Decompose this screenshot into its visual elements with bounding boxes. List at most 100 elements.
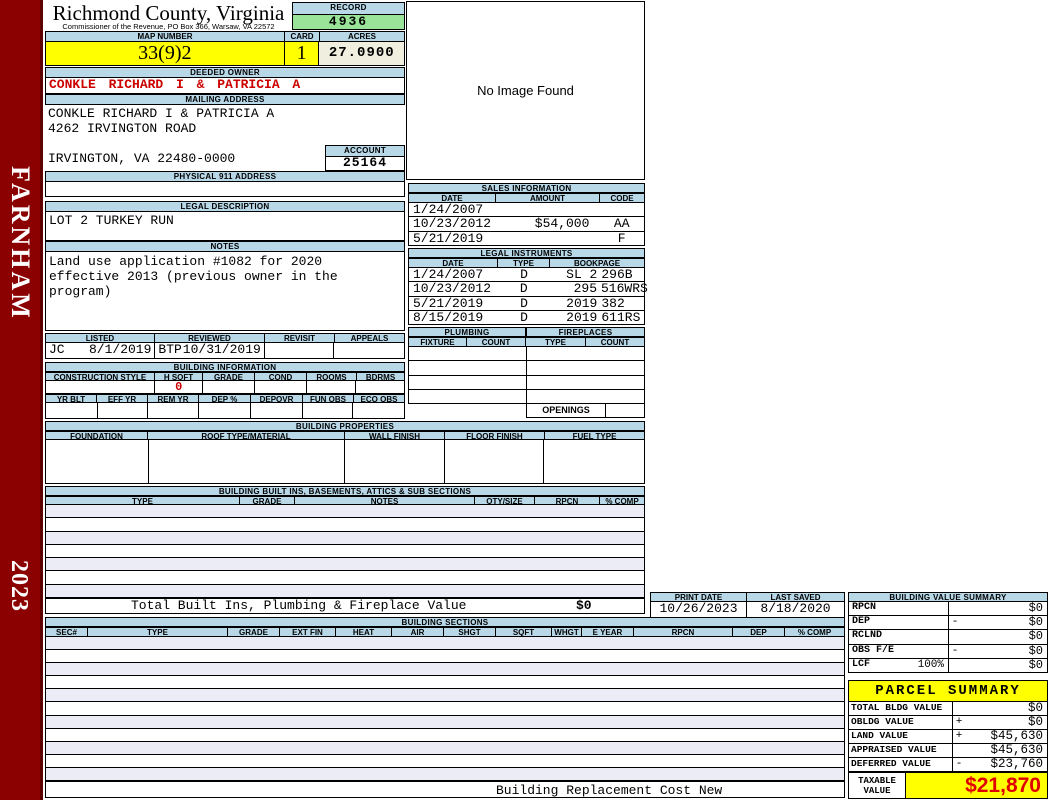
bdrms-value [356, 381, 404, 393]
bvs-row-value: $0 [1028, 643, 1043, 658]
instrument-row: 5/21/2019 D 2019 382 [409, 295, 644, 311]
parcel-row-value: $0 [1027, 715, 1043, 729]
empty-row [46, 650, 844, 664]
grade-header: GRADE [203, 372, 255, 381]
parcel-row-op: + [955, 716, 963, 728]
empty-row [46, 584, 644, 597]
bvs-row-op: - [951, 616, 959, 629]
remyr-value [148, 403, 200, 418]
instr-type: D [520, 309, 528, 325]
bs-type-header: TYPE [88, 627, 228, 637]
parcel-row-label: TOTAL BLDG VALUE [849, 702, 953, 715]
plumbing-header: PLUMBING [408, 327, 526, 337]
bdrms-header: BDRMS [357, 372, 405, 381]
plumbing-count-header: COUNT [467, 337, 526, 347]
sale-code: F [617, 230, 626, 246]
last-saved-header: LAST SAVED [747, 592, 845, 602]
empty-row [46, 715, 844, 729]
appeals-cell [334, 343, 404, 358]
parcel-summary-row: TOTAL BLDG VALUE $0 [849, 702, 1047, 716]
instr-book: 2019 [566, 309, 598, 325]
yrblt-header: YR BLT [45, 394, 97, 403]
reviewed-by: BTP [158, 343, 182, 357]
legal-description-header: LEGAL DESCRIPTION [45, 201, 405, 212]
map-number-value: 33(9)2 [46, 42, 285, 65]
parcel-row-value: $0 [1027, 701, 1043, 715]
bvs-row-label: RCLND [849, 630, 949, 644]
parcel-row-label: OBLDG VALUE [849, 716, 953, 729]
built-ins-type-header: TYPE [45, 496, 240, 505]
foundation-header: FOUNDATION [45, 431, 148, 440]
notes-line3: program) [49, 284, 112, 299]
acres-value: 27.0900 [319, 42, 405, 65]
sale-amount [496, 203, 599, 216]
dep-pct-value [199, 403, 251, 418]
notes-line2: effective 2013 (previous owner in the [49, 269, 338, 284]
bs-sec-header: SEC# [45, 627, 88, 637]
property-record-card: FARNHAM 2023 Richmond County, Virginia C… [0, 0, 1050, 800]
bvs-row: RPCN $0 [849, 602, 1047, 617]
instr-date: 5/21/2019 [413, 295, 484, 311]
sales-info-header: SALES INFORMATION [408, 183, 645, 193]
yrblt-value [46, 403, 98, 418]
district-label: FARNHAM [6, 166, 35, 321]
foundation-value [46, 440, 149, 483]
instr-book: 295 [573, 281, 597, 297]
reviewed-header: REVIEWED [155, 333, 265, 343]
listed-header: LISTED [45, 333, 155, 343]
fuel-type-value [544, 440, 644, 483]
notes-line1: Land use application #1082 for 2020 [49, 254, 323, 269]
bs-shgt-header: SHGT [444, 627, 496, 637]
instr-page: 516WRS [601, 281, 648, 297]
plumbing-fireplace-row [409, 389, 644, 403]
fireplace-type-header: TYPE [526, 337, 586, 347]
bvs-row-op [949, 602, 961, 615]
bs-dep-header: DEP [733, 627, 785, 637]
property-photo-placeholder: No Image Found [406, 1, 645, 180]
district-sidebar: FARNHAM 2023 [0, 0, 43, 800]
building-info-header: BUILDING INFORMATION [45, 362, 405, 372]
empty-row [46, 531, 644, 545]
sale-code: AA [613, 216, 630, 232]
ecoobs-header: ECO OBS [354, 394, 405, 403]
remyr-header: REM YR [148, 394, 199, 403]
parcel-row-op: - [955, 758, 963, 770]
physical-address-header: PHYSICAL 911 ADDRESS [45, 171, 405, 182]
legal-instruments-header: LEGAL INSTRUMENTS [408, 248, 645, 258]
parcel-row-op: + [955, 730, 963, 742]
empty-row [46, 729, 844, 742]
built-ins-header: BUILDING BUILT INS, BASEMENTS, ATTICS & … [45, 486, 645, 496]
bvs-row: LCF 100% $0 [849, 658, 1047, 673]
legal-description-text: LOT 2 TURKEY RUN [45, 212, 405, 241]
listed-by: JC [49, 343, 65, 357]
instr-page: 296B [601, 267, 633, 282]
parcel-row-value: $23,760 [990, 757, 1043, 771]
reviewed-date: 10/31/2019 [182, 343, 261, 357]
sale-date: 5/21/2019 [413, 230, 484, 246]
reviewed-cell: BTP 10/31/2019 [155, 343, 265, 358]
instrument-row: 8/15/2019 D 2019 611RS [409, 311, 644, 324]
empty-row [46, 558, 644, 572]
card-header: CARD [285, 31, 320, 42]
depovr-value [251, 403, 303, 418]
print-date-header: PRINT DATE [650, 592, 747, 602]
instrument-row: 10/23/2012 D 295 516WRS [409, 281, 648, 297]
sale-amount: $54,000 [534, 216, 590, 232]
instr-date: 10/23/2012 [413, 281, 492, 297]
hsqft-header: H SQFT [155, 372, 203, 381]
empty-row [46, 637, 844, 651]
bs-rpcn-header: RPCN [634, 627, 733, 637]
openings-row: OPENINGS [526, 404, 645, 418]
hsqft-value: 0 [155, 381, 204, 393]
instr-book: SL 2 [566, 267, 598, 282]
bvs-row-label: LCF [852, 658, 871, 670]
empty-row [46, 518, 644, 532]
map-number-header: MAP NUMBER [45, 31, 285, 42]
sale-date: 10/23/2012 [413, 216, 492, 232]
built-ins-rows [45, 505, 645, 598]
bvs-row-value: $0 [1028, 629, 1043, 644]
grade-value [203, 381, 255, 393]
bvs-row-label: DEP [849, 616, 949, 630]
taxable-value-row: TAXABLE VALUE $21,870 [848, 772, 1048, 799]
instr-type: D [520, 267, 528, 282]
